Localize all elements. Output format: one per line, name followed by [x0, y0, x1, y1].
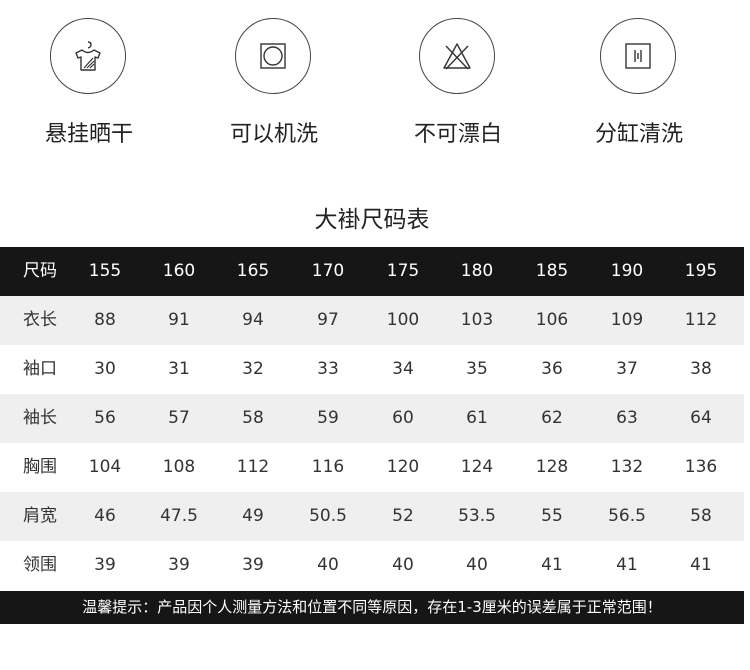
- care-label: 悬挂晒干: [44, 122, 133, 147]
- row-label: 胸围: [23, 457, 57, 477]
- table-cell: 128: [535, 457, 569, 477]
- table-cell: 49: [242, 506, 264, 526]
- care-label: 可以机洗: [229, 122, 318, 147]
- table-cell: 41: [616, 555, 638, 575]
- table-cell: 132: [610, 457, 644, 477]
- table-cell: 30: [94, 359, 116, 379]
- machine-wash-icon: [235, 18, 311, 94]
- table-cell: 106: [535, 310, 569, 330]
- table-cell: 55: [541, 506, 563, 526]
- table-cell: 34: [392, 359, 414, 379]
- table-cell: 88: [94, 310, 116, 330]
- row-label: 袖口: [23, 359, 57, 379]
- care-label: 不可漂白: [413, 122, 502, 147]
- row-label: 袖长: [23, 408, 57, 428]
- row-label: 肩宽: [23, 506, 57, 526]
- table-cell: 35: [466, 359, 488, 379]
- table-cell: 136: [684, 457, 718, 477]
- table-cell: 40: [466, 555, 488, 575]
- table-row: 衣长 88 91 94 97 100 103 106 109 112: [0, 296, 744, 345]
- table-row: 肩宽 46 47.5 49 50.5 52 53.5 55 56.5 58: [0, 492, 744, 541]
- table-cell: 109: [610, 310, 644, 330]
- size-table: 尺码 155 160 165 170 175 180 185 190 195 衣…: [0, 247, 744, 590]
- table-cell: 39: [168, 555, 190, 575]
- row-label: 领围: [23, 555, 57, 575]
- header-size: 195: [684, 261, 718, 281]
- table-cell: 112: [684, 310, 718, 330]
- table-cell: 40: [317, 555, 339, 575]
- table-cell: 33: [317, 359, 339, 379]
- care-item-hang-dry: 悬挂晒干: [19, 0, 159, 160]
- table-cell: 50.5: [309, 506, 347, 526]
- table-row: 袖长 56 57 58 59 60 61 62 63 64: [0, 394, 744, 443]
- table-cell: 94: [242, 310, 264, 330]
- table-cell: 120: [386, 457, 420, 477]
- care-label: 分缸清洗: [594, 122, 683, 147]
- header-size: 170: [311, 261, 345, 281]
- table-cell: 59: [317, 408, 339, 428]
- table-cell: 37: [616, 359, 638, 379]
- table-cell: 60: [392, 408, 414, 428]
- table-cell: 38: [690, 359, 712, 379]
- table-cell: 124: [460, 457, 494, 477]
- table-row: 领围 39 39 39 40 40 40 41 41 41: [0, 541, 744, 590]
- table-cell: 112: [236, 457, 270, 477]
- table-cell: 64: [690, 408, 712, 428]
- table-row: 袖口 30 31 32 33 34 35 36 37 38: [0, 345, 744, 394]
- care-item-no-bleach: 不可漂白: [388, 0, 528, 160]
- table-cell: 58: [690, 506, 712, 526]
- wash-separately-icon: [600, 18, 676, 94]
- table-cell: 58: [242, 408, 264, 428]
- header-size: 165: [236, 261, 270, 281]
- hang-dry-icon: [50, 18, 126, 94]
- table-cell: 63: [616, 408, 638, 428]
- table-cell: 36: [541, 359, 563, 379]
- table-cell: 61: [466, 408, 488, 428]
- table-title: 大褂尺码表: [314, 207, 430, 233]
- header-size: 185: [535, 261, 569, 281]
- care-instructions: 悬挂晒干 可以机洗 不可漂白 分缸清洗: [0, 0, 744, 170]
- table-cell: 53.5: [458, 506, 496, 526]
- table-cell: 56.5: [608, 506, 646, 526]
- no-bleach-icon: [419, 18, 495, 94]
- table-cell: 46: [94, 506, 116, 526]
- table-cell: 32: [242, 359, 264, 379]
- table-cell: 104: [88, 457, 122, 477]
- header-size: 175: [386, 261, 420, 281]
- table-cell: 100: [386, 310, 420, 330]
- table-cell: 31: [168, 359, 190, 379]
- table-cell: 108: [162, 457, 196, 477]
- care-item-wash-separately: 分缸清洗: [569, 0, 709, 160]
- table-cell: 39: [242, 555, 264, 575]
- row-label: 衣长: [23, 310, 57, 330]
- table-cell: 41: [690, 555, 712, 575]
- header-label: 尺码: [23, 261, 57, 281]
- table-row: 胸围 104 108 112 116 120 124 128 132 136: [0, 443, 744, 492]
- header-size: 180: [460, 261, 494, 281]
- header-size: 190: [610, 261, 644, 281]
- table-cell: 47.5: [160, 506, 198, 526]
- table-cell: 97: [317, 310, 339, 330]
- table-header-row: 尺码 155 160 165 170 175 180 185 190 195: [0, 247, 744, 296]
- table-cell: 91: [168, 310, 190, 330]
- header-size: 155: [88, 261, 122, 281]
- measurement-note: 温馨提示：产品因个人测量方法和位置不同等原因，存在1-3厘米的误差属于正常范围！: [0, 591, 744, 624]
- table-cell: 57: [168, 408, 190, 428]
- table-cell: 62: [541, 408, 563, 428]
- table-cell: 40: [392, 555, 414, 575]
- table-cell: 52: [392, 506, 414, 526]
- table-cell: 39: [94, 555, 116, 575]
- table-cell: 56: [94, 408, 116, 428]
- care-item-machine-wash: 可以机洗: [204, 0, 344, 160]
- table-cell: 41: [541, 555, 563, 575]
- table-cell: 116: [311, 457, 345, 477]
- table-cell: 103: [460, 310, 494, 330]
- header-size: 160: [162, 261, 196, 281]
